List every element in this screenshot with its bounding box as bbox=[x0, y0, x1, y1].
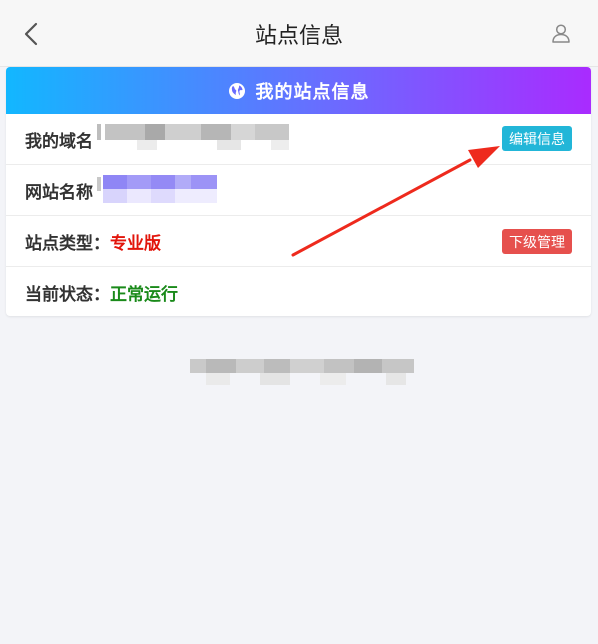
top-nav-bar: 站点信息 bbox=[0, 0, 598, 67]
status-label: 当前状态： bbox=[25, 284, 110, 305]
domain-row: 我的域名 编辑信息 bbox=[6, 114, 591, 165]
sub-management-button[interactable]: 下级管理 bbox=[502, 229, 572, 254]
user-button[interactable] bbox=[550, 22, 572, 44]
site-name-value-redacted bbox=[97, 175, 219, 205]
site-type-label: 站点类型： bbox=[25, 233, 110, 254]
site-info-card: 我的站点信息 我的域名 编辑信息 网站名称 站点类型： 专业版 下级管理 当前状… bbox=[6, 67, 591, 316]
domain-label: 我的域名 bbox=[25, 131, 93, 152]
domain-value-redacted bbox=[97, 124, 297, 154]
site-name-row: 网站名称 bbox=[6, 165, 591, 216]
globe-icon bbox=[228, 82, 246, 100]
site-type-row: 站点类型： 专业版 下级管理 bbox=[6, 216, 591, 267]
page-title: 站点信息 bbox=[254, 24, 343, 49]
site-name-label: 网站名称 bbox=[25, 182, 93, 203]
card-title: 我的站点信息 bbox=[255, 81, 370, 103]
status-value: 正常运行 bbox=[110, 284, 178, 305]
user-icon bbox=[552, 24, 570, 43]
status-row: 当前状态： 正常运行 bbox=[6, 267, 591, 316]
footer-text-redacted bbox=[190, 355, 416, 387]
site-type-value: 专业版 bbox=[110, 233, 161, 254]
card-header: 我的站点信息 bbox=[6, 67, 591, 114]
edit-info-button[interactable]: 编辑信息 bbox=[502, 126, 572, 151]
